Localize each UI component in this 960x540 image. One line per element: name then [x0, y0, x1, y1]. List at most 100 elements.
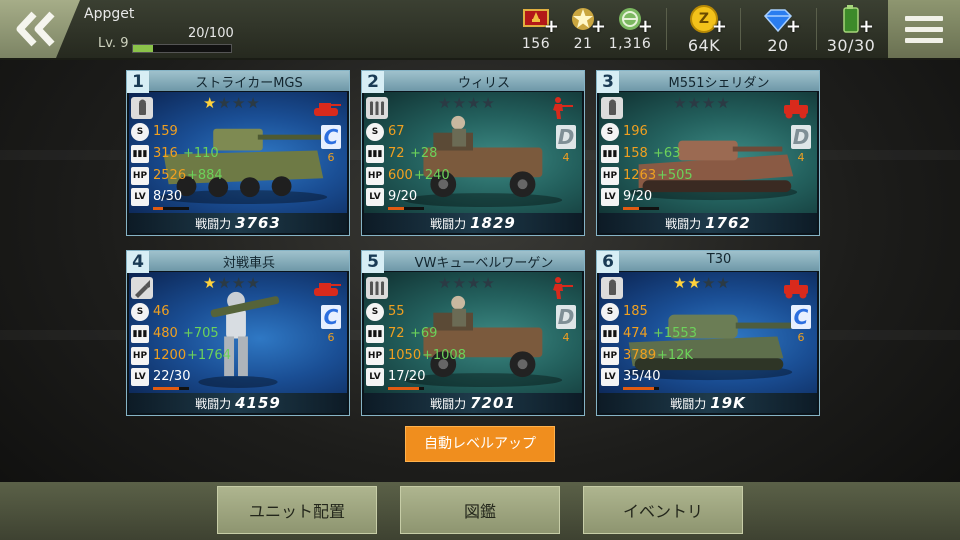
resource-value: 20	[767, 36, 789, 55]
ammo-icon: ▮▮▮	[131, 145, 149, 163]
star-rating: ★★★★	[673, 94, 731, 112]
combat-power: 戦闘力 19K	[599, 393, 817, 413]
xp-bar	[132, 44, 232, 53]
unit-name: VWキューベルワーゲン	[414, 256, 554, 271]
hp-icon: HP	[366, 167, 384, 185]
stat-value: 480	[153, 326, 178, 341]
fuel-can-icon: +	[836, 4, 874, 36]
stat-value: 316	[153, 146, 178, 161]
resource-value: 30/30	[826, 36, 876, 55]
resource-fuel[interactable]: + 30/30	[826, 4, 876, 55]
combat-power-value: 19K	[710, 394, 746, 412]
level-progress-bar	[623, 387, 659, 390]
level-icon: LV	[131, 188, 149, 206]
star-icon: ★	[466, 94, 482, 112]
stat-value: 9/20	[388, 189, 418, 204]
hamburger-line	[905, 37, 943, 43]
auto-level-up-button[interactable]: 自動レベルアップ	[405, 426, 555, 462]
add-icon: +	[711, 16, 727, 37]
shell-icon	[131, 97, 153, 119]
stat-bonus: +28	[410, 146, 438, 161]
star-icon: ★	[701, 94, 717, 112]
level-icon: LV	[601, 188, 619, 206]
unit-name: M551シェリダン	[668, 76, 770, 91]
star-icon: ★	[716, 94, 731, 112]
stat-bonus: +63	[653, 146, 681, 161]
unit-card[interactable]: 6 T30 ★★★★ S 185 ▮▮▮ 474 +1553 HP 3789 +12K LV 35/40…	[596, 250, 820, 416]
resource-star-badge[interactable]: + 21	[566, 4, 606, 54]
unit-grade: D4	[791, 125, 811, 164]
player-level: Lv. 9	[98, 36, 129, 51]
combat-power: 戦闘力 3763	[129, 213, 347, 233]
tank-type-icon	[309, 95, 343, 121]
medal-icon: +	[521, 4, 559, 36]
hp-icon: HP	[131, 167, 149, 185]
unit-name: ストライカーMGS	[195, 76, 303, 91]
tank-type-icon	[309, 275, 343, 301]
stat-value: 1263	[623, 168, 657, 183]
unit-card[interactable]: 1 ストライカーMGS ★★★★ S 159 ▮▮▮ 316 +110 HP 2526 +884 LV…	[126, 70, 350, 236]
star-icon: ★	[203, 274, 218, 292]
combat-power-label: 戦闘力	[195, 217, 232, 231]
back-button[interactable]	[0, 0, 80, 58]
level-progress-fill	[388, 387, 419, 390]
unit-name: T30	[706, 252, 732, 267]
level-progress-bar	[388, 207, 424, 210]
level-progress-bar	[153, 207, 189, 210]
stat-value: 3789	[623, 348, 657, 363]
star-icon: ★	[687, 274, 702, 292]
resource-diamond[interactable]: + 20	[754, 4, 802, 55]
unit-grade: C6	[321, 305, 341, 344]
combat-power-label: 戦闘力	[195, 397, 232, 411]
level-progress-bar	[623, 207, 659, 210]
unit-slot-number: 5	[362, 251, 384, 273]
unit-slot-number: 4	[127, 251, 149, 273]
xp-bar-fill	[133, 45, 153, 52]
level-progress-fill	[388, 207, 405, 210]
stat-bonus: +705	[183, 326, 219, 341]
vehicle-type-icon	[779, 95, 813, 121]
combat-power-value: 7201	[470, 394, 516, 412]
shell-icon	[601, 97, 623, 119]
unit-deploy-button[interactable]: ユニット配置	[217, 486, 377, 534]
star-icon: ★	[687, 94, 702, 112]
level-progress-fill	[153, 207, 163, 210]
unit-card[interactable]: 5 VWキューベルワーゲン ★★★★ S 55 ▮▮▮ 72 +69 HP 1050 +1008 LV…	[361, 250, 585, 416]
level-icon: LV	[131, 368, 149, 386]
grade-number: 6	[327, 151, 335, 164]
ammo-icon: ▮▮▮	[366, 145, 384, 163]
unit-grade: D4	[556, 305, 576, 344]
unit-grade: C6	[791, 305, 811, 344]
stat-value: 185	[623, 304, 648, 319]
hp-icon: HP	[366, 347, 384, 365]
menu-button[interactable]	[888, 0, 960, 58]
add-icon: +	[543, 16, 559, 37]
unit-card[interactable]: 2 ウィリス ★★★★ S 67 ▮▮▮ 72 +28 HP 600 +240 LV 9/20 D 4 戦闘力…	[361, 70, 585, 236]
unit-slot-number: 2	[362, 71, 384, 93]
star-icon: ★	[217, 274, 232, 292]
unit-card[interactable]: 4 対戦車兵 ★★★★ S 46 ▮▮▮ 480 +705 HP 1200 +1764 LV 22/30…	[126, 250, 350, 416]
ammo-icon: ▮▮▮	[366, 325, 384, 343]
grade-letter: D	[556, 305, 576, 329]
star-icon: ★	[452, 94, 467, 112]
star-rating: ★★★★	[438, 274, 496, 292]
player-info: Appget 20/100 Lv. 9	[84, 6, 234, 53]
unit-card[interactable]: 3 M551シェリダン ★★★★ S 196 ▮▮▮ 158 +63 HP 1263 +505 LV 9…	[596, 70, 820, 236]
stat-bonus: +240	[414, 168, 450, 183]
star-icon: ★	[481, 274, 496, 292]
ammo-icon: ▮▮▮	[131, 325, 149, 343]
star-icon: ★	[716, 274, 731, 292]
stat-value: 158	[623, 146, 648, 161]
encyclopedia-button[interactable]: 図鑑	[400, 486, 560, 534]
stat-bonus: +12K	[657, 348, 693, 363]
stat-bonus: +505	[657, 168, 693, 183]
stat-value: 600	[388, 168, 413, 183]
stat-bonus: +1008	[422, 348, 466, 363]
resource-globe-medal[interactable]: + 1,316	[606, 4, 654, 54]
resource-gold[interactable]: Z + 64K	[680, 4, 728, 55]
unit-grade: C6	[321, 125, 341, 164]
resource-medal[interactable]: + 156	[516, 4, 559, 54]
coin-s-icon: S	[366, 123, 384, 141]
level-icon: LV	[366, 368, 384, 386]
inventory-button[interactable]: イベントリ	[583, 486, 743, 534]
